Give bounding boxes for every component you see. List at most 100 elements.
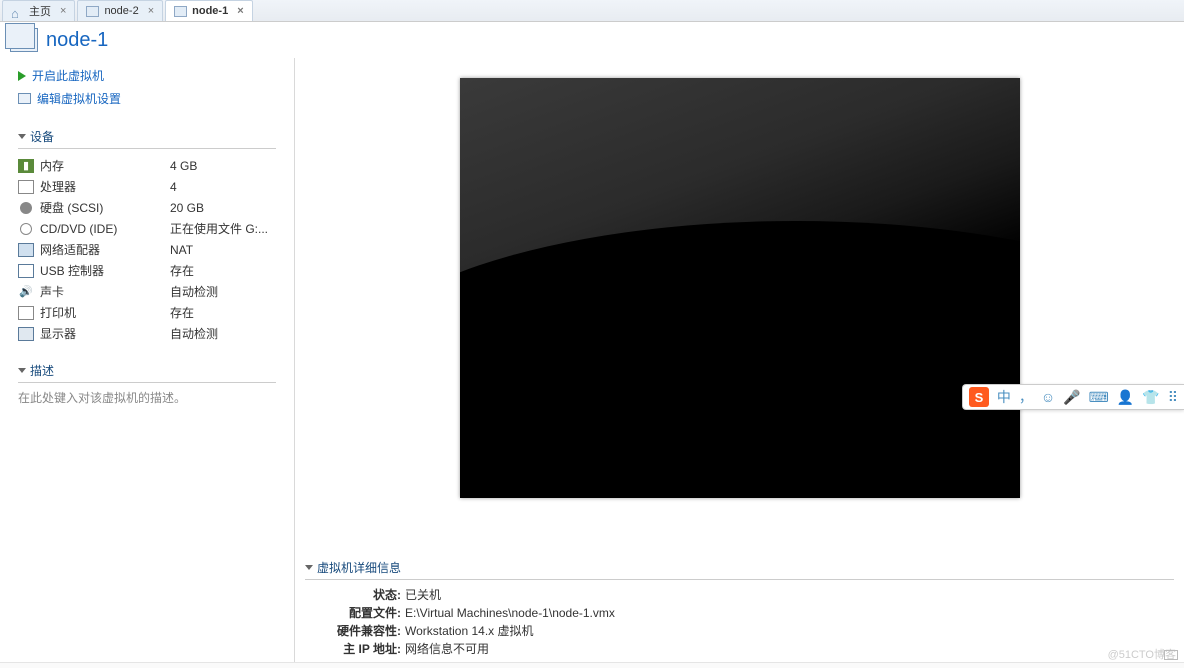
display-icon — [18, 327, 34, 341]
device-label: 硬盘 (SCSI) — [40, 199, 170, 216]
close-icon[interactable]: × — [237, 5, 243, 17]
device-value: 4 — [170, 180, 177, 194]
tab-node1[interactable]: node-1 × — [165, 0, 253, 21]
description-header-label: 描述 — [30, 362, 54, 379]
detail-row-ip: 主 IP 地址: 网络信息不可用 — [305, 640, 1174, 658]
sound-icon: 🔊 — [18, 285, 34, 299]
device-label: 打印机 — [40, 304, 170, 321]
tab-node1-label: node-1 — [192, 5, 228, 17]
description-section: 描述 在此处键入对该虚拟机的描述。 — [18, 362, 276, 406]
cpu-icon — [18, 180, 34, 194]
description-placeholder[interactable]: 在此处键入对该虚拟机的描述。 — [18, 389, 276, 406]
description-header[interactable]: 描述 — [18, 362, 276, 383]
vm-icon — [86, 6, 99, 17]
main-area: 开启此虚拟机 编辑虚拟机设置 设备 ▮ 内存 4 GB 处理 — [0, 58, 1184, 664]
detail-value: E:\Virtual Machines\node-1\node-1.vmx — [405, 604, 615, 622]
vm-icon — [174, 6, 187, 17]
play-icon — [18, 71, 26, 81]
detail-label: 配置文件: — [305, 604, 405, 622]
detail-row-config: 配置文件: E:\Virtual Machines\node-1\node-1.… — [305, 604, 1174, 622]
ime-keyboard-icon[interactable]: ⌨ — [1089, 389, 1109, 406]
device-row-usb[interactable]: USB 控制器 存在 — [18, 260, 276, 281]
device-row-sound[interactable]: 🔊 声卡 自动检测 — [18, 281, 276, 302]
device-row-disk[interactable]: 硬盘 (SCSI) 20 GB — [18, 197, 276, 218]
tab-home-label: 主页 — [29, 3, 51, 19]
ime-emoji-icon[interactable]: ☺ — [1041, 389, 1055, 405]
close-icon[interactable]: × — [148, 5, 154, 17]
device-value: 正在使用文件 G:... — [170, 220, 268, 237]
vm-title: node-1 — [46, 29, 108, 52]
device-value: 4 GB — [170, 159, 197, 173]
detail-label: 主 IP 地址: — [305, 640, 405, 658]
ime-grid-icon[interactable]: ⠿ — [1168, 389, 1178, 406]
settings-icon — [18, 93, 31, 104]
memory-icon: ▮ — [18, 159, 34, 173]
device-value: 自动检测 — [170, 325, 218, 342]
ime-mic-icon[interactable]: 🎤 — [1063, 389, 1080, 406]
power-on-label: 开启此虚拟机 — [32, 67, 104, 84]
ime-skin-icon[interactable]: 👕 — [1142, 389, 1159, 406]
devices-header-label: 设备 — [30, 128, 54, 145]
disk-icon — [20, 202, 32, 214]
device-label: 声卡 — [40, 283, 170, 300]
devices-section: 设备 ▮ 内存 4 GB 处理器 4 硬盘 (SCSI) 20 GB — [18, 128, 276, 344]
edit-settings-link[interactable]: 编辑虚拟机设置 — [18, 87, 276, 110]
ime-toolbar[interactable]: S 中 ， ☺ 🎤 ⌨ 👤 👕 ⠿ — [962, 384, 1184, 410]
tab-home[interactable]: 主页 × — [2, 0, 75, 21]
printer-icon — [18, 306, 34, 320]
power-on-link[interactable]: 开启此虚拟机 — [18, 64, 276, 87]
device-row-cpu[interactable]: 处理器 4 — [18, 176, 276, 197]
devices-header[interactable]: 设备 — [18, 128, 276, 149]
home-icon — [11, 6, 24, 17]
device-value: 20 GB — [170, 201, 204, 215]
detail-value: 已关机 — [405, 586, 441, 604]
ime-punct[interactable]: ， — [1019, 387, 1033, 407]
vm-details-header[interactable]: 虚拟机详细信息 — [305, 559, 1174, 580]
device-value: NAT — [170, 243, 193, 257]
detail-row-state: 状态: 已关机 — [305, 586, 1174, 604]
chevron-down-icon — [18, 134, 26, 139]
device-row-printer[interactable]: 打印机 存在 — [18, 302, 276, 323]
device-value: 存在 — [170, 304, 194, 321]
detail-value: 网络信息不可用 — [405, 640, 489, 658]
vm-large-icon — [10, 28, 38, 52]
device-row-cd[interactable]: CD/DVD (IDE) 正在使用文件 G:... — [18, 218, 276, 239]
sidebar: 开启此虚拟机 编辑虚拟机设置 设备 ▮ 内存 4 GB 处理 — [0, 58, 295, 664]
tab-bar: 主页 × node-2 × node-1 × — [0, 0, 1184, 22]
preview-wrap — [305, 68, 1174, 551]
edit-settings-label: 编辑虚拟机设置 — [37, 90, 121, 107]
chevron-down-icon — [18, 368, 26, 373]
device-label: 显示器 — [40, 325, 170, 342]
vm-details-section: 虚拟机详细信息 状态: 已关机 配置文件: E:\Virtual Machine… — [305, 559, 1174, 658]
detail-label: 硬件兼容性: — [305, 622, 405, 640]
device-row-network[interactable]: 网络适配器 NAT — [18, 239, 276, 260]
detail-row-compat: 硬件兼容性: Workstation 14.x 虚拟机 — [305, 622, 1174, 640]
device-label: 内存 — [40, 157, 170, 174]
device-value: 自动检测 — [170, 283, 218, 300]
ime-user-icon[interactable]: 👤 — [1117, 389, 1134, 406]
device-row-memory[interactable]: ▮ 内存 4 GB — [18, 155, 276, 176]
usb-icon — [18, 264, 34, 278]
detail-value: Workstation 14.x 虚拟机 — [405, 622, 534, 640]
ime-logo-icon[interactable]: S — [969, 387, 989, 407]
resize-grip-icon[interactable] — [1164, 650, 1178, 660]
device-list: ▮ 内存 4 GB 处理器 4 硬盘 (SCSI) 20 GB CD/DVD (… — [18, 155, 276, 344]
vm-title-bar: node-1 — [0, 22, 1184, 58]
ime-lang[interactable]: 中 — [997, 387, 1011, 407]
cd-icon — [20, 223, 32, 235]
device-row-display[interactable]: 显示器 自动检测 — [18, 323, 276, 344]
vm-details-header-label: 虚拟机详细信息 — [317, 559, 401, 576]
tab-node2-label: node-2 — [104, 5, 138, 17]
close-icon[interactable]: × — [60, 5, 66, 17]
device-value: 存在 — [170, 262, 194, 279]
tab-node2[interactable]: node-2 × — [77, 0, 163, 21]
network-icon — [18, 243, 34, 257]
device-label: USB 控制器 — [40, 262, 170, 279]
device-label: 网络适配器 — [40, 241, 170, 258]
detail-label: 状态: — [305, 586, 405, 604]
chevron-down-icon — [305, 565, 313, 570]
status-bar — [0, 662, 1184, 668]
device-label: 处理器 — [40, 178, 170, 195]
vm-preview[interactable] — [460, 78, 1020, 498]
content-area: 虚拟机详细信息 状态: 已关机 配置文件: E:\Virtual Machine… — [295, 58, 1184, 664]
